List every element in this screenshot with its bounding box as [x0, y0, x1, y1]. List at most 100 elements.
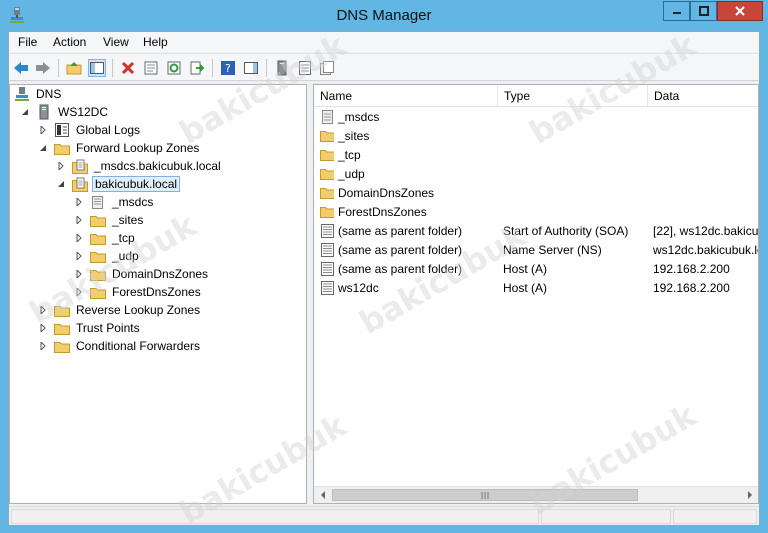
- horizontal-scrollbar[interactable]: [314, 486, 758, 503]
- column-header-name[interactable]: Name: [314, 85, 498, 107]
- record-data: [22], ws12dc.bakicubuk: [653, 224, 759, 238]
- column-header-type[interactable]: Type: [498, 85, 648, 107]
- collapsed-arrow-icon[interactable]: [74, 215, 84, 225]
- collapsed-arrow-icon[interactable]: [38, 125, 48, 135]
- collapsed-arrow-icon[interactable]: [56, 161, 66, 171]
- tree-item-server[interactable]: WS12DC: [20, 103, 110, 121]
- title-bar[interactable]: DNS Manager: [0, 0, 768, 31]
- tree-item-dns[interactable]: DNS: [14, 85, 63, 103]
- menu-view[interactable]: View: [103, 35, 129, 49]
- tree-item-sites[interactable]: _sites: [74, 211, 145, 229]
- list-item[interactable]: ForestDnsZones: [314, 203, 758, 222]
- list-item[interactable]: (same as parent folder) Name Server (NS) w…: [314, 241, 759, 260]
- record-name: (same as parent folder): [338, 224, 463, 238]
- maximize-button[interactable]: [690, 1, 717, 21]
- status-pane-main: [11, 509, 539, 524]
- collapsed-arrow-icon[interactable]: [74, 269, 84, 279]
- record-data: 192.168.2.200: [653, 281, 730, 295]
- tree-item-tcp[interactable]: _tcp: [74, 229, 137, 247]
- menu-bar: File Action View Help: [9, 32, 759, 52]
- status-pane-3: [673, 509, 757, 524]
- record-name: _msdcs: [338, 110, 380, 124]
- record-name: ForestDnsZones: [338, 205, 427, 219]
- folder-icon: [320, 186, 334, 200]
- expanded-arrow-icon[interactable]: [20, 107, 30, 117]
- expanded-arrow-icon[interactable]: [56, 179, 66, 189]
- tree-item-reverse-lookup-zones[interactable]: Reverse Lookup Zones: [38, 301, 202, 319]
- tree-item-bakicubuk-local[interactable]: bakicubuk.local: [56, 175, 181, 193]
- event-log-icon: [54, 122, 70, 138]
- list-item[interactable]: _msdcs: [314, 108, 758, 127]
- list-item[interactable]: (same as parent folder) Host (A) 192.168.2…: [314, 260, 758, 279]
- tree-item-forestdnszones[interactable]: ForestDnsZones: [74, 283, 203, 301]
- up-level-icon[interactable]: [65, 59, 83, 77]
- record-name: ws12dc: [338, 281, 379, 295]
- zone-icon: [90, 194, 106, 210]
- tree-item-msdcs[interactable]: _msdcs: [74, 193, 155, 211]
- expanded-arrow-icon[interactable]: [38, 143, 48, 153]
- tree-item-msdcs-zone[interactable]: _msdcs.bakicubuk.local: [56, 157, 223, 175]
- server-icon[interactable]: [273, 59, 291, 77]
- zone-icon: [72, 158, 88, 174]
- show-hide-console-tree-icon[interactable]: [88, 59, 106, 77]
- collapsed-arrow-icon[interactable]: [38, 305, 48, 315]
- client-area: File Action View Help ? DNS WS12DC Globa…: [8, 31, 760, 525]
- folder-icon: [320, 148, 334, 162]
- collapsed-arrow-icon[interactable]: [74, 233, 84, 243]
- minimize-button[interactable]: [663, 1, 690, 21]
- tree-item-udp[interactable]: _udp: [74, 247, 141, 265]
- forward-arrow-icon[interactable]: [34, 59, 52, 77]
- record-data: ws12dc.bakicubuk.loc: [653, 243, 759, 257]
- tree-item-trust-points[interactable]: Trust Points: [38, 319, 142, 337]
- scroll-left-icon[interactable]: [314, 487, 331, 503]
- tree-item-forward-lookup-zones[interactable]: Forward Lookup Zones: [38, 139, 201, 157]
- record-name: _udp: [338, 167, 365, 181]
- svg-text:?: ?: [225, 62, 231, 75]
- collapsed-arrow-icon[interactable]: [38, 341, 48, 351]
- collapsed-arrow-icon[interactable]: [74, 287, 84, 297]
- tree-item-global-logs[interactable]: Global Logs: [38, 121, 142, 139]
- menu-action[interactable]: Action: [53, 35, 86, 49]
- column-header-data[interactable]: Data: [648, 85, 758, 107]
- record-icon: [320, 262, 334, 276]
- scroll-right-icon[interactable]: [741, 487, 758, 503]
- record-name: _tcp: [338, 148, 361, 162]
- records-list: Name Type Data _msdcs _sites _tcp _udp Domai…: [313, 84, 759, 504]
- record-name: (same as parent folder): [338, 262, 463, 276]
- export-list-icon[interactable]: [188, 59, 206, 77]
- list-item[interactable]: (same as parent folder) Start of Authorit…: [314, 222, 759, 241]
- list-item[interactable]: _tcp: [314, 146, 758, 165]
- menu-file[interactable]: File: [18, 35, 37, 49]
- record-icon: [320, 281, 334, 295]
- tree-item-domaindnszones[interactable]: DomainDnsZones: [74, 265, 210, 283]
- folder-icon: [54, 140, 70, 156]
- folder-icon: [320, 205, 334, 219]
- collapsed-arrow-icon[interactable]: [74, 197, 84, 207]
- close-button[interactable]: [717, 1, 763, 21]
- action-pane-icon[interactable]: [242, 59, 260, 77]
- list-item[interactable]: DomainDnsZones: [314, 184, 758, 203]
- record-list-icon[interactable]: [296, 59, 314, 77]
- folder-icon: [90, 284, 106, 300]
- window-title: DNS Manager: [336, 7, 432, 24]
- back-arrow-icon[interactable]: [12, 59, 30, 77]
- record-name: (same as parent folder): [338, 243, 463, 257]
- menu-help[interactable]: Help: [143, 35, 168, 49]
- list-item[interactable]: _udp: [314, 165, 758, 184]
- list-item[interactable]: _sites: [314, 127, 758, 146]
- folder-icon: [320, 167, 334, 181]
- tree-item-conditional-forwarders[interactable]: Conditional Forwarders: [38, 337, 202, 355]
- status-pane-2: [541, 509, 671, 524]
- collapsed-arrow-icon[interactable]: [74, 251, 84, 261]
- record-data: 192.168.2.200: [653, 262, 730, 276]
- list-item[interactable]: ws12dc Host (A) 192.168.2.200: [314, 279, 758, 298]
- scroll-thumb[interactable]: [332, 489, 638, 501]
- properties-icon[interactable]: [142, 59, 160, 77]
- zone-properties-icon[interactable]: [318, 59, 336, 77]
- refresh-icon[interactable]: [165, 59, 183, 77]
- delete-icon[interactable]: [119, 59, 137, 77]
- collapsed-arrow-icon[interactable]: [38, 323, 48, 333]
- close-icon: [735, 6, 745, 16]
- help-icon[interactable]: ?: [219, 59, 237, 77]
- record-name: DomainDnsZones: [338, 186, 435, 200]
